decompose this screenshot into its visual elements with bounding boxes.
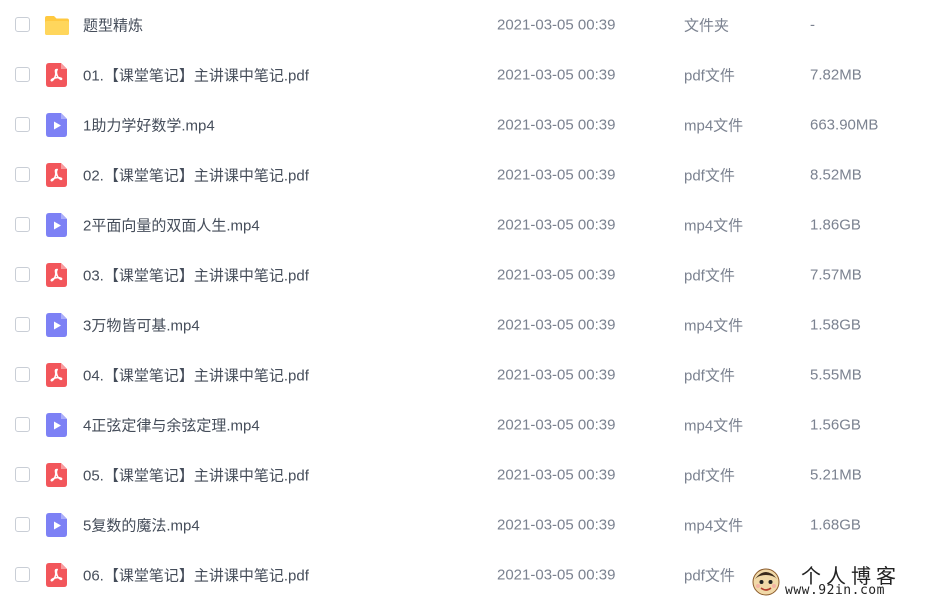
- file-name-link[interactable]: 4正弦定律与余弦定理.mp4: [83, 415, 260, 436]
- file-size: 5.55MB: [810, 366, 862, 384]
- file-modified-time: 2021-03-05 00:39: [497, 566, 616, 584]
- file-list: 题型精炼 2021-03-05 00:39 文件夹 - 01.【课堂笔记】主讲课中笔记.…: [0, 0, 952, 600]
- video-icon: [46, 313, 68, 337]
- file-modified-time: 2021-03-05 00:39: [497, 316, 616, 334]
- file-type: pdf文件: [684, 567, 735, 585]
- file-modified-time: 2021-03-05 00:39: [497, 266, 616, 284]
- file-name-link[interactable]: 01.【课堂笔记】主讲课中笔记.pdf: [83, 65, 309, 86]
- file-name-link[interactable]: 04.【课堂笔记】主讲课中笔记.pdf: [83, 365, 309, 386]
- row-checkbox[interactable]: [15, 567, 30, 582]
- file-name-link[interactable]: 3万物皆可基.mp4: [83, 315, 200, 336]
- file-type: 文件夹: [684, 17, 730, 35]
- file-type: mp4文件: [684, 217, 744, 235]
- row-checkbox[interactable]: [15, 417, 30, 432]
- file-size: 7.57MB: [810, 266, 862, 284]
- file-modified-time: 2021-03-05 00:39: [497, 416, 616, 434]
- file-name-link[interactable]: 06.【课堂笔记】主讲课中笔记.pdf: [83, 565, 309, 586]
- file-size: 1.56GB: [810, 416, 861, 434]
- file-type: pdf文件: [684, 167, 735, 185]
- row-checkbox[interactable]: [15, 367, 30, 382]
- file-name-link[interactable]: 1助力学好数学.mp4: [83, 115, 215, 136]
- file-name-link[interactable]: 2平面向量的双面人生.mp4: [83, 215, 260, 236]
- file-row[interactable]: 1助力学好数学.mp4 2021-03-05 00:39 mp4文件 663.90MB: [0, 100, 952, 150]
- file-type: pdf文件: [684, 467, 735, 485]
- file-row[interactable]: 05.【课堂笔记】主讲课中笔记.pdf 2021-03-05 00:39 pdf文件…: [0, 450, 952, 500]
- file-type: mp4文件: [684, 317, 744, 335]
- file-row[interactable]: 3万物皆可基.mp4 2021-03-05 00:39 mp4文件 1.58GB: [0, 300, 952, 350]
- file-row[interactable]: 03.【课堂笔记】主讲课中笔记.pdf 2021-03-05 00:39 pdf文件…: [0, 250, 952, 300]
- file-modified-time: 2021-03-05 00:39: [497, 466, 616, 484]
- file-name-link[interactable]: 5复数的魔法.mp4: [83, 515, 200, 536]
- watermark: 个人博客 www.92in.com: [751, 561, 946, 601]
- file-modified-time: 2021-03-05 00:39: [497, 116, 616, 134]
- video-icon: [46, 113, 68, 137]
- file-type: mp4文件: [684, 117, 744, 135]
- file-name-link[interactable]: 02.【课堂笔记】主讲课中笔记.pdf: [83, 165, 309, 186]
- video-icon: [46, 413, 68, 437]
- file-modified-time: 2021-03-05 00:39: [497, 166, 616, 184]
- row-checkbox[interactable]: [15, 67, 30, 82]
- file-type: pdf文件: [684, 367, 735, 385]
- file-row[interactable]: 5复数的魔法.mp4 2021-03-05 00:39 mp4文件 1.68GB: [0, 500, 952, 550]
- file-row[interactable]: 2平面向量的双面人生.mp4 2021-03-05 00:39 mp4文件 1.86G…: [0, 200, 952, 250]
- file-size: 5.21MB: [810, 466, 862, 484]
- row-checkbox[interactable]: [15, 517, 30, 532]
- file-name-link[interactable]: 03.【课堂笔记】主讲课中笔记.pdf: [83, 265, 309, 286]
- file-modified-time: 2021-03-05 00:39: [497, 16, 616, 34]
- file-row[interactable]: 04.【课堂笔记】主讲课中笔记.pdf 2021-03-05 00:39 pdf文件…: [0, 350, 952, 400]
- pdf-icon: [46, 163, 68, 187]
- avatar: [752, 568, 780, 596]
- file-modified-time: 2021-03-05 00:39: [497, 366, 616, 384]
- row-checkbox[interactable]: [15, 117, 30, 132]
- file-size: 1.68GB: [810, 516, 861, 534]
- file-size: 1.58GB: [810, 316, 861, 334]
- file-modified-time: 2021-03-05 00:39: [497, 66, 616, 84]
- row-checkbox[interactable]: [15, 167, 30, 182]
- file-size: 7.82MB: [810, 66, 862, 84]
- row-checkbox[interactable]: [15, 467, 30, 482]
- pdf-icon: [46, 363, 68, 387]
- file-name-link[interactable]: 题型精炼: [83, 15, 143, 36]
- file-row[interactable]: 4正弦定律与余弦定理.mp4 2021-03-05 00:39 mp4文件 1.56G…: [0, 400, 952, 450]
- pdf-icon: [46, 263, 68, 287]
- file-row[interactable]: 02.【课堂笔记】主讲课中笔记.pdf 2021-03-05 00:39 pdf文件…: [0, 150, 952, 200]
- file-size: -: [810, 16, 815, 34]
- file-modified-time: 2021-03-05 00:39: [497, 216, 616, 234]
- pdf-icon: [46, 563, 68, 587]
- row-checkbox[interactable]: [15, 217, 30, 232]
- file-type: pdf文件: [684, 67, 735, 85]
- pdf-icon: [46, 463, 68, 487]
- file-type: pdf文件: [684, 267, 735, 285]
- watermark-url: www.92in.com: [785, 583, 885, 598]
- file-row[interactable]: 题型精炼 2021-03-05 00:39 文件夹 -: [0, 0, 952, 50]
- row-checkbox[interactable]: [15, 267, 30, 282]
- pdf-icon: [46, 63, 68, 87]
- file-row[interactable]: 01.【课堂笔记】主讲课中笔记.pdf 2021-03-05 00:39 pdf文件…: [0, 50, 952, 100]
- file-size: 663.90MB: [810, 116, 879, 134]
- file-size: 1.86GB: [810, 216, 861, 234]
- file-type: mp4文件: [684, 417, 744, 435]
- row-checkbox[interactable]: [15, 17, 30, 32]
- row-checkbox[interactable]: [15, 317, 30, 332]
- video-icon: [46, 513, 68, 537]
- file-modified-time: 2021-03-05 00:39: [497, 516, 616, 534]
- file-type: mp4文件: [684, 517, 744, 535]
- file-name-link[interactable]: 05.【课堂笔记】主讲课中笔记.pdf: [83, 465, 309, 486]
- video-icon: [46, 213, 68, 237]
- folder-icon: [44, 14, 70, 38]
- file-size: 8.52MB: [810, 166, 862, 184]
